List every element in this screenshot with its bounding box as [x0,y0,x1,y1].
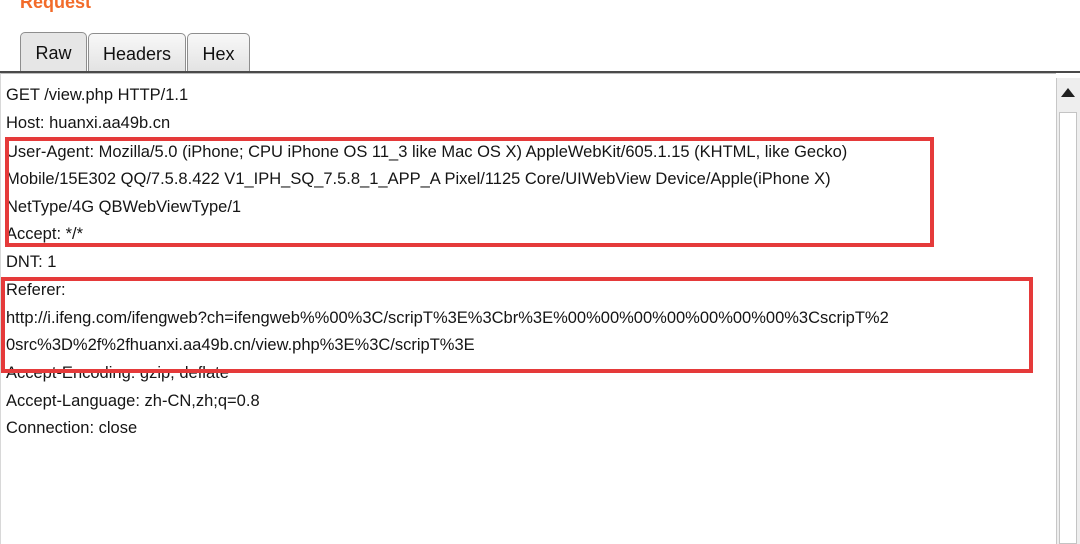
message-tabs: Raw Headers Hex [0,30,1080,74]
scrollbar-thumb[interactable] [1059,112,1077,544]
request-line: GET /view.php HTTP/1.1 [6,86,189,104]
scroll-up-arrow-icon[interactable] [1058,82,1078,102]
referer-highlight-box [1,277,1033,373]
accept-language-header: Accept-Language: zh-CN,zh;q=0.8 [6,392,260,410]
host-header: Host: huanxi.aa49b.cn [6,114,171,132]
tab-hex[interactable]: Hex [187,33,250,71]
user-agent-highlight-box [5,137,934,247]
request-panel-title: Request [20,0,92,12]
dnt-header: DNT: 1 [6,253,57,271]
connection-header: Connection: close [6,419,138,437]
tab-raw[interactable]: Raw [20,32,87,73]
tab-headers[interactable]: Headers [88,33,186,71]
